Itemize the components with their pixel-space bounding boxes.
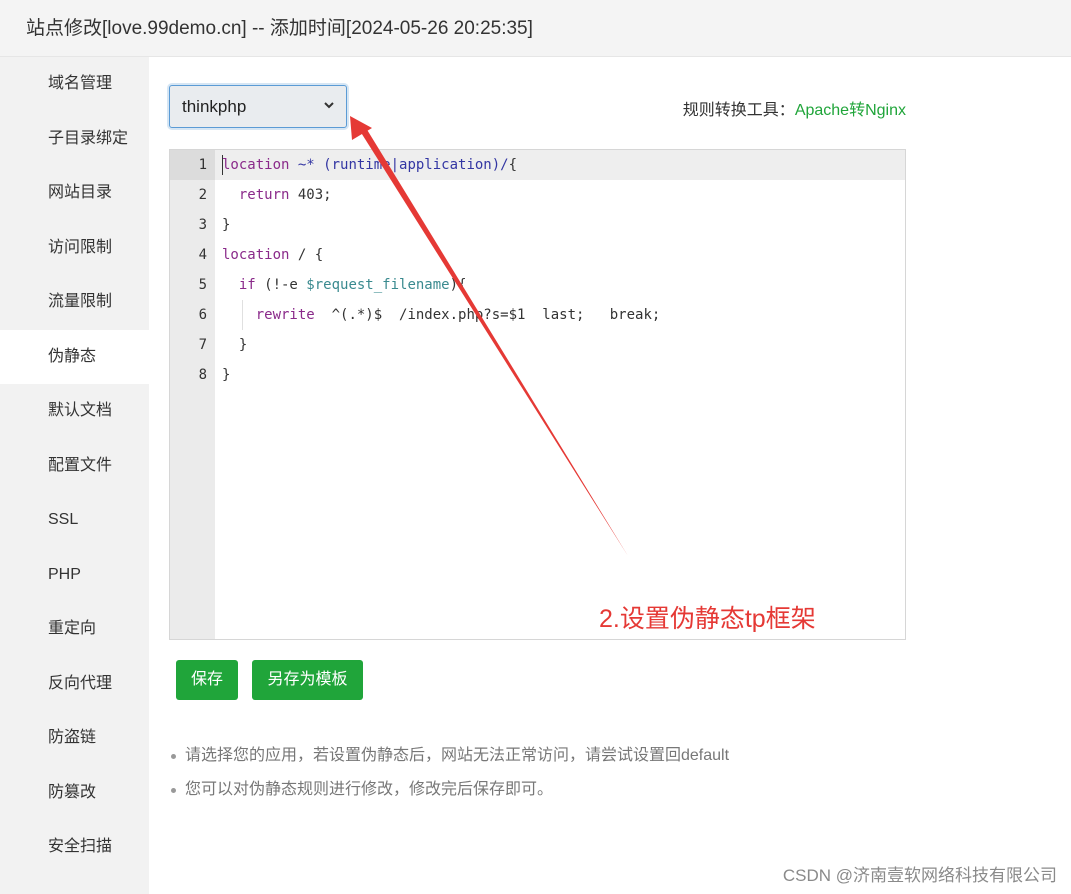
- sidebar-item-site-directory[interactable]: 网站目录: [0, 166, 149, 221]
- editor-line: 4 location / {: [170, 240, 905, 270]
- code-line: return 403;: [238, 187, 332, 203]
- sidebar-item-php[interactable]: PHP: [0, 548, 149, 603]
- window-title: 站点修改[love.99demo.cn] -- 添加时间[2024-05-26 …: [0, 0, 1071, 57]
- editor-line: 2 return 403;: [170, 180, 905, 210]
- code-line: location ~* (runtime|application)/{: [222, 157, 518, 173]
- tips-list: 请选择您的应用，若设置伪静态后，网站无法正常访问，请尝试设置回default 您…: [171, 739, 729, 807]
- sidebar-item-access-limit[interactable]: 访问限制: [0, 221, 149, 276]
- template-select-value: thinkphp: [182, 97, 247, 116]
- sidebar-item-config-file[interactable]: 配置文件: [0, 439, 149, 494]
- watermark: CSDN @济南壹软网络科技有限公司: [782, 866, 1057, 885]
- chevron-down-icon: [324, 102, 334, 109]
- main-panel: thinkphp 规则转换工具：Apache转Nginx 1 location …: [149, 57, 1071, 894]
- save-button[interactable]: 保存: [176, 660, 238, 700]
- editor-line: 8 }: [170, 360, 905, 390]
- sidebar-item-default-document[interactable]: 默认文档: [0, 384, 149, 439]
- sidebar-item-rewrite[interactable]: 伪静态: [0, 329, 149, 384]
- code-line: }: [222, 337, 248, 353]
- sidebar-item-security-scan[interactable]: 安全扫描: [0, 820, 149, 875]
- line-number: 7: [198, 337, 207, 353]
- text-cursor: [222, 155, 223, 175]
- sidebar-item-subdirectory[interactable]: 子目录绑定: [0, 112, 149, 167]
- convert-tool-label: 规则转换工具：: [682, 102, 795, 119]
- sidebar-item-hotlink-protection[interactable]: 防盗链: [0, 711, 149, 766]
- tip-item: 您可以对伪静态规则进行修改，修改完后保存即可。: [171, 773, 729, 807]
- tip-item: 请选择您的应用，若设置伪静态后，网站无法正常访问，请尝试设置回default: [171, 739, 729, 773]
- line-number: 8: [198, 367, 207, 383]
- editor-line: 7 }: [170, 330, 905, 360]
- annotation-label: 2.设置伪静态tp框架: [599, 605, 816, 633]
- code-line: if (!-e $request_filename){: [238, 277, 467, 293]
- editor-line: 3 }: [170, 210, 905, 240]
- code-line: }: [222, 367, 231, 383]
- editor-line: 5 if (!-e $request_filename){: [170, 270, 905, 300]
- template-select[interactable]: thinkphp: [169, 85, 347, 128]
- sidebar: 域名管理 子目录绑定 网站目录 访问限制 流量限制 伪静态 默认文档 配置文件 …: [0, 57, 149, 894]
- sidebar-item-reverse-proxy[interactable]: 反向代理: [0, 657, 149, 712]
- line-number: 2: [198, 187, 207, 203]
- sidebar-item-tamper-protection[interactable]: 防篡改: [0, 766, 149, 821]
- code-line: }: [222, 217, 231, 233]
- editor-line: 1 location ~* (runtime|application)/{: [170, 150, 905, 180]
- sidebar-item-ssl[interactable]: SSL: [0, 493, 149, 548]
- code-line: rewrite ^(.*)$ /index.php?s=$1 last; bre…: [255, 307, 661, 323]
- line-number: 1: [170, 150, 215, 180]
- sidebar-item-redirect[interactable]: 重定向: [0, 602, 149, 657]
- line-number: 4: [198, 247, 207, 263]
- line-number: 6: [198, 307, 207, 323]
- save-as-template-button[interactable]: 另存为模板: [252, 660, 363, 700]
- line-number: 3: [198, 217, 207, 233]
- line-number: 5: [198, 277, 207, 293]
- sidebar-item-traffic-limit[interactable]: 流量限制: [0, 275, 149, 330]
- editor-line: 6 rewrite ^(.*)$ /index.php?s=$1 last; b…: [170, 300, 905, 330]
- convert-tool: 规则转换工具：Apache转Nginx: [683, 96, 906, 120]
- code-editor[interactable]: 1 location ~* (runtime|application)/{ 2 …: [169, 149, 906, 640]
- sidebar-item-domain[interactable]: 域名管理: [0, 57, 149, 112]
- code-line: location / {: [222, 247, 324, 263]
- apache-to-nginx-link[interactable]: Apache转Nginx: [795, 102, 906, 119]
